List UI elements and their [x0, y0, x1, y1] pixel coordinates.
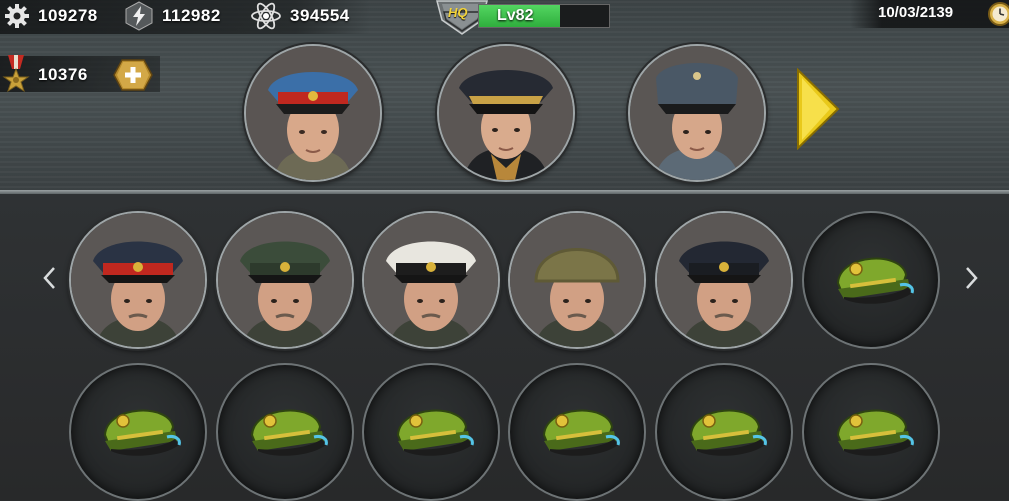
empty-general-slot[interactable]: [802, 363, 940, 501]
gear-resource[interactable]: 109278: [4, 2, 98, 30]
hq-progress-bar: Lv82: [478, 4, 610, 28]
medal-value: 10376: [38, 65, 88, 84]
empty-slot-cap-icon: [396, 409, 474, 456]
energy-resource[interactable]: 112982: [124, 1, 221, 31]
featured-next-arrow[interactable]: [796, 67, 840, 151]
roster-general-helmet[interactable]: [508, 211, 646, 349]
featured-general-3[interactable]: [628, 44, 766, 182]
empty-slot-cap-icon: [250, 409, 328, 456]
gear-icon: [4, 3, 30, 29]
empty-slot-cap-icon: [836, 409, 914, 456]
energy-value: 112982: [162, 6, 221, 25]
medal-resource[interactable]: 10376: [2, 55, 88, 95]
empty-general-slot[interactable]: [362, 363, 500, 501]
empty-general-slot[interactable]: [69, 363, 207, 501]
empty-slot-cap-icon: [836, 257, 914, 304]
plus-icon: [113, 59, 153, 91]
general-portrait-art: [364, 213, 498, 347]
empty-general-slot[interactable]: [655, 363, 793, 501]
roster-general-navy[interactable]: [655, 211, 793, 349]
chevron-right-icon: [966, 267, 978, 289]
gear-value: 109278: [38, 6, 98, 25]
roster-general-red[interactable]: [69, 211, 207, 349]
empty-general-slot[interactable]: [508, 363, 646, 501]
roster-prev-arrow[interactable]: [42, 266, 56, 297]
general-portrait-art: [218, 213, 352, 347]
empty-general-slot[interactable]: [802, 211, 940, 349]
hq-level-label: Lv82: [497, 7, 534, 24]
chevron-left-icon: [43, 267, 55, 289]
roster-general-white[interactable]: [362, 211, 500, 349]
general-portrait-art: [71, 213, 205, 347]
add-medal-button[interactable]: [113, 59, 153, 91]
empty-slot-cap-icon: [103, 409, 181, 456]
empty-slot-cap-icon: [542, 409, 620, 456]
roster-next-arrow[interactable]: [965, 266, 979, 297]
clock-icon[interactable]: [986, 0, 1009, 28]
roster-general-green[interactable]: [216, 211, 354, 349]
general-portrait-art: [510, 213, 644, 347]
atom-resource[interactable]: 394554: [250, 2, 350, 30]
featured-general-1[interactable]: [244, 44, 382, 182]
featured-general-2[interactable]: [437, 44, 575, 182]
atom-icon: [250, 1, 282, 31]
empty-slot-cap-icon: [689, 409, 767, 456]
hq-badge-label: HQ: [448, 5, 468, 20]
hq-level[interactable]: HQ Lv82: [432, 0, 610, 36]
general-portrait-art: [657, 213, 791, 347]
empty-general-slot[interactable]: [216, 363, 354, 501]
lightning-icon: [124, 1, 154, 31]
atom-value: 394554: [290, 6, 350, 25]
medal-icon: [2, 55, 30, 95]
game-date: 10/03/2139: [878, 4, 954, 21]
